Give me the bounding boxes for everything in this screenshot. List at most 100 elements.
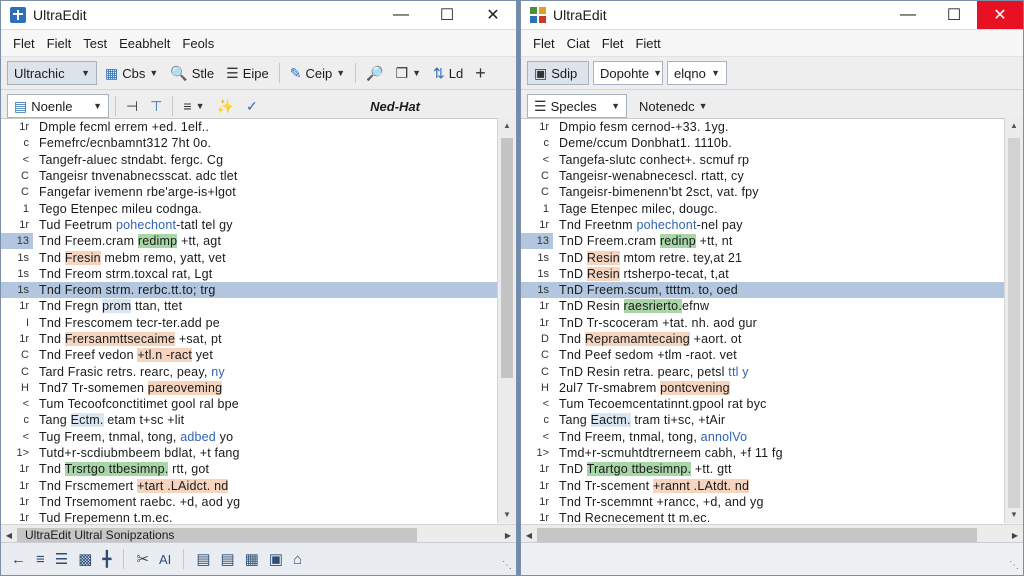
menu-item-4[interactable]: Fiett (629, 36, 666, 51)
dopohte-combo[interactable]: Dopohte ▼ (593, 61, 663, 85)
code-line[interactable]: C Tangeisr-wenabnecescl. rtatt, cy (521, 168, 1005, 184)
code-line[interactable]: 1r TnD Resin raesrierto.efnw (521, 298, 1005, 314)
code-line[interactable]: I Tnd Frescomem tecr-ter.add pe (1, 315, 498, 331)
indent-button[interactable]: ⊣ (122, 94, 142, 118)
minimize-button[interactable]: — (885, 1, 931, 29)
code-line[interactable]: 1s Tnd Freom strm.toxcal rat, Lgt (1, 266, 498, 282)
code-line[interactable]: 1r Tnd Fregn prom ttan, ttet (1, 298, 498, 314)
maximize-button[interactable]: ☐ (931, 1, 977, 29)
scroll-thumb[interactable] (537, 528, 977, 542)
notenedc-dropdown[interactable]: Notenedc ▼ (635, 94, 712, 118)
code-line[interactable]: < Tnd Freem, tnmal, tong, annolVo (521, 429, 1005, 445)
specles-combo[interactable]: ☰ Specles ▼ (527, 94, 627, 118)
code-line[interactable]: c Femefrc/ecnbamnt312 7ht 0o. (1, 135, 498, 151)
scroll-down-icon[interactable]: ▼ (1005, 507, 1023, 523)
scroll-right-icon[interactable]: ▶ (1007, 531, 1023, 540)
code-line[interactable]: 1r Tnd Freetnm pohechont-nel pay (521, 217, 1005, 233)
menu-item-1[interactable]: Flet (527, 36, 561, 51)
find-button[interactable]: 🔎 (362, 61, 387, 85)
menu-item-3[interactable]: Test (77, 36, 113, 51)
code-line[interactable]: 1r Tud Feetrum pohechont-tatl tel gy (1, 217, 498, 233)
elqno-combo[interactable]: elqno ▼ (667, 61, 727, 85)
ai-icon[interactable]: AI (159, 552, 171, 567)
code-line[interactable]: < Tangefa-slutc conhect+. scmuf rp (521, 152, 1005, 168)
code-line[interactable]: H 2ul7 Tr-smabrem pontcvening (521, 380, 1005, 396)
arrow-left-icon[interactable]: ← (11, 551, 26, 568)
scissors-icon[interactable]: ✂ (136, 550, 149, 568)
scroll-down-icon[interactable]: ▼ (498, 507, 516, 523)
code-line[interactable]: 1r Dmple fecml errem +ed. 1elf.. (1, 119, 498, 135)
menu-item-2[interactable]: Fielt (41, 36, 78, 51)
code-line[interactable]: 1r Tnd Trsemoment raebc. +d, aod yg (1, 494, 498, 510)
code-line[interactable]: C Fangefar ivemenn rbe'arge-is+lgot (1, 184, 498, 200)
code-line[interactable]: C Tnd Freef vedon +tl.n -ract yet (1, 347, 498, 363)
code-line[interactable]: 1s TnD Resin rtsherpo-tecat, t,at (521, 266, 1005, 282)
code-line[interactable]: 1r Dmpio fesm cernod-+33. 1yg. (521, 119, 1005, 135)
cbs-button[interactable]: ▦ Cbs ▼ (101, 61, 162, 85)
scroll-track[interactable] (537, 528, 1007, 542)
code-line[interactable]: 1> Tutd+r-scdiubmbeem bdlat, +t fang (1, 445, 498, 461)
menu-item-5[interactable]: Feols (176, 36, 220, 51)
code-line[interactable]: 1r Tud Frepemenn t.m.ec. (1, 510, 498, 524)
minimize-button[interactable]: — (378, 1, 424, 29)
panel-icon[interactable]: ▣ (269, 550, 283, 568)
code-line[interactable]: c Deme/ccum Donbhat1. 1110b. (521, 135, 1005, 151)
code-line[interactable]: 1r Tnd Frscmemert +tart .LAidct. nd (1, 478, 498, 494)
scrollbar-thumb[interactable] (1008, 138, 1020, 508)
code-line[interactable]: 1r Tnd Tr-scement +rannt .LAtdt. nd (521, 478, 1005, 494)
menu-item-3[interactable]: Flet (596, 36, 630, 51)
brush-button[interactable]: ✓ (242, 94, 262, 118)
mode-combo[interactable]: ▤ Noenle ▼ (7, 94, 109, 118)
code-line[interactable]: 13 TnD Freem.cram redinp +tt, nt (521, 233, 1005, 250)
scroll-left-icon[interactable]: ◀ (521, 531, 537, 540)
code-line[interactable]: C Tangeisr tnvenabnecsscat. adc tlet (1, 168, 498, 184)
code-line[interactable]: 1r TnD Tr-scoceram +tat. nh. aod gur (521, 315, 1005, 331)
close-button[interactable]: ✕ (977, 1, 1023, 29)
code-line[interactable]: H Tnd7 Tr-somemen pareoveming (1, 380, 498, 396)
home-icon[interactable]: ⌂ (293, 551, 302, 568)
cross-lines-icon[interactable]: ╋ (102, 550, 111, 568)
code-line[interactable]: 1s Tnd Fresin mebm remo, yatt, vet (1, 249, 498, 265)
code-line[interactable]: 1s TnD Freem.scum, ttttm. to, oed (521, 281, 1005, 299)
scroll-left-icon[interactable]: ◀ (1, 531, 17, 540)
document-list-icon[interactable]: ▤ (196, 550, 210, 568)
scroll-thumb-label[interactable]: UltraEdit Ultral Sonipzations (17, 528, 417, 542)
code-line[interactable]: 13 Tnd Freem.cram redimp +tt, agt (1, 233, 498, 250)
code-line[interactable]: C Tangeisr-bimenenn'bt 2sct, vat. fpy (521, 184, 1005, 200)
scroll-up-icon[interactable]: ▲ (1005, 118, 1023, 134)
grid-fill-icon[interactable]: ▩ (78, 550, 92, 568)
scroll-track[interactable]: UltraEdit Ultral Sonipzations (17, 528, 500, 542)
code-line[interactable]: c Tang Eactm. tram ti+sc, +tAir (521, 412, 1005, 428)
code-line[interactable]: < Tangefr-aluec stndabt. fergc. Cg (1, 152, 498, 168)
edit-button[interactable]: ✎ Ceip ▼ (286, 61, 349, 85)
code-line[interactable]: < Tug Freem, tnmal, tong, adbed yo (1, 429, 498, 445)
resize-grip-icon[interactable]: ⋱ (1009, 560, 1019, 571)
scroll-up-icon[interactable]: ▲ (498, 118, 516, 134)
menu-item-1[interactable]: Flet (7, 36, 41, 51)
code-line[interactable]: C Tnd Peef sedom +tlm -raot. vet (521, 347, 1005, 363)
code-line[interactable]: 1 Tage Etenpec milec, dougc. (521, 200, 1005, 216)
code-line[interactable]: 1r Tnd Recnecement tt m.ec. (521, 510, 1005, 524)
ld-button[interactable]: ⇅ Ld (429, 61, 467, 85)
close-button[interactable]: ✕ (470, 1, 516, 29)
code-line[interactable]: C Tard Frasic retrs. rearc, peay, ny (1, 363, 498, 379)
menu-item-2[interactable]: Ciat (561, 36, 596, 51)
code-line[interactable]: 1s TnD Resin mtom retre. tey,at 21 (521, 249, 1005, 265)
code-line[interactable]: < Tum Tecoemcentatinnt.gpool rat byc (521, 396, 1005, 412)
code-editor[interactable]: 1r Dmple fecml errem +ed. 1elf.. c Femefrc/… (1, 118, 498, 524)
list-button[interactable]: ☰ Eipe (222, 61, 273, 85)
align-button[interactable]: ⊤ (146, 94, 166, 118)
resize-grip-icon[interactable]: ⋱ (502, 560, 512, 571)
scroll-right-icon[interactable]: ▶ (500, 531, 516, 540)
code-line[interactable]: 1r Tnd Tr-scemmnt +rancc, +d, and yg (521, 494, 1005, 510)
add-button[interactable]: + (471, 61, 490, 85)
code-line[interactable]: 1r TnD Trartgo ttbesimnp. +tt. gtt (521, 461, 1005, 477)
lines-icon[interactable]: ☰ (55, 550, 68, 568)
code-line[interactable]: c Tang Ectm. etam t+sc +lit (1, 412, 498, 428)
code-line[interactable]: 1s Tnd Freom strm. rerbc.tt.to; trg (1, 281, 498, 299)
copy-button[interactable]: ❐ ▼ (392, 61, 425, 85)
code-line[interactable]: 1 Tego Etenpec mileu codnga. (1, 200, 498, 216)
style-combo[interactable]: Ultrachic ▼ (7, 61, 97, 85)
equal-lines-icon[interactable]: ≡ (36, 551, 45, 568)
code-line[interactable]: C TnD Resin retra. pearc, petsl ttl y (521, 363, 1005, 379)
